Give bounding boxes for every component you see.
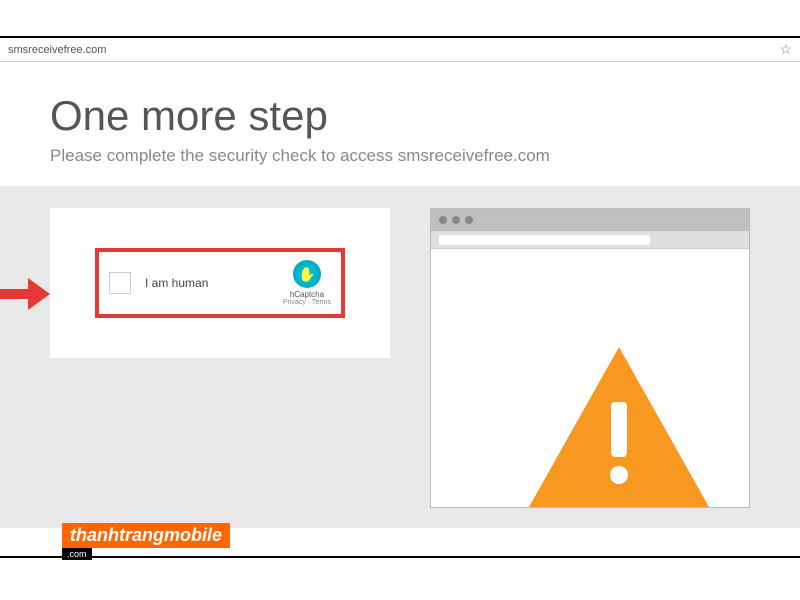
page-subtitle: Please complete the security check to ac… <box>50 146 750 166</box>
captcha-legal-links[interactable]: Privacy · Terms <box>283 299 331 306</box>
url-text: smsreceivefree.com <box>8 44 779 56</box>
captcha-brand: hCaptcha Privacy · Terms <box>283 260 331 306</box>
page-title: One more step <box>50 92 750 140</box>
captcha-brand-name: hCaptcha <box>290 290 324 299</box>
captcha-label: I am human <box>145 276 283 290</box>
window-dot-icon <box>439 216 447 224</box>
window-dot-icon <box>465 216 473 224</box>
bookmark-star-icon[interactable]: ☆ <box>779 41 792 58</box>
browser-mockup <box>430 208 750 508</box>
watermark-suffix: .com <box>62 548 92 560</box>
captcha-panel: I am human hCaptcha Privacy · Terms <box>50 208 390 358</box>
captcha-checkbox[interactable] <box>109 272 131 294</box>
browser-mock-body <box>431 249 749 507</box>
browser-mock-url-placeholder <box>439 235 650 245</box>
highlight-arrow-icon <box>0 278 50 310</box>
main-content: I am human hCaptcha Privacy · Terms <box>0 208 800 528</box>
header-section: One more step Please complete the securi… <box>0 62 800 186</box>
watermark-logo: thanhtrangmobile <box>62 523 230 548</box>
warning-triangle-icon <box>519 337 719 517</box>
illustration-panel <box>430 208 750 528</box>
captcha-widget[interactable]: I am human hCaptcha Privacy · Terms <box>95 248 345 318</box>
divider-gap <box>0 186 800 208</box>
browser-address-bar: smsreceivefree.com ☆ <box>0 38 800 62</box>
page-frame: smsreceivefree.com ☆ One more step Pleas… <box>0 36 800 558</box>
hcaptcha-logo-icon <box>293 260 321 288</box>
browser-mock-urlbar <box>431 231 749 249</box>
browser-titlebar <box>431 209 749 231</box>
window-dot-icon <box>452 216 460 224</box>
